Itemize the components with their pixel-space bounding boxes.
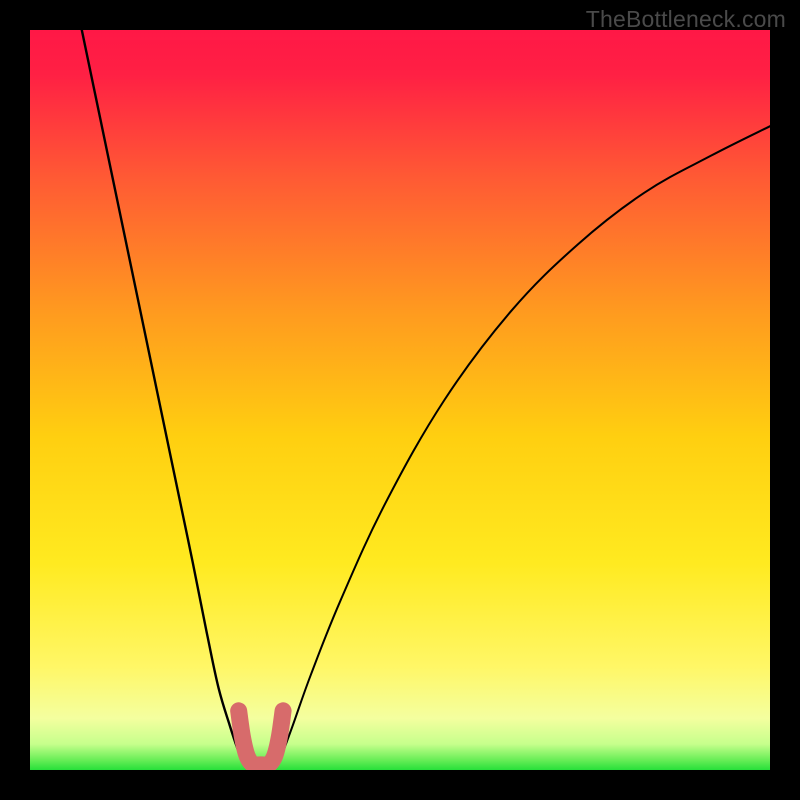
watermark-label: TheBottleneck.com bbox=[586, 6, 786, 33]
plot-area bbox=[30, 30, 770, 770]
chart-svg bbox=[30, 30, 770, 770]
gradient-background bbox=[30, 30, 770, 770]
chart-frame: TheBottleneck.com bbox=[0, 0, 800, 800]
